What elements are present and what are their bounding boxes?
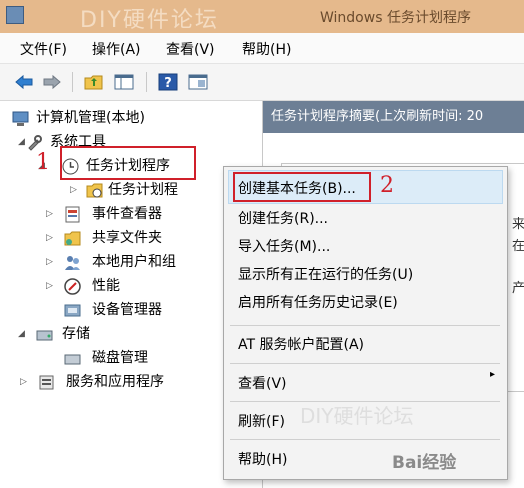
menu-item-show-running-tasks[interactable]: 显示所有正在运行的任务(U) — [238, 264, 413, 284]
annotation-number-2: 2 — [380, 173, 394, 198]
tree-label: 设备管理器 — [92, 302, 162, 318]
expand-right-icon[interactable]: ▷ — [46, 203, 53, 225]
menu-item-at-service-account[interactable]: AT 服务帐户配置(A) — [238, 334, 364, 354]
properties-icon[interactable] — [186, 71, 210, 93]
summary-fragment: 产 — [511, 281, 524, 296]
menu-item-enable-task-history[interactable]: 启用所有任务历史记录(E) — [238, 292, 398, 312]
disk-icon — [64, 354, 81, 365]
menu-separator — [230, 363, 500, 364]
expand-right-icon[interactable]: ▷ — [46, 251, 53, 273]
tree-item-computer-management[interactable]: 计算机管理(本地) — [12, 107, 212, 129]
summary-fragment: 在 — [511, 239, 524, 254]
tree-item-task-scheduler-library[interactable]: ▷ 任务计划程 — [70, 179, 230, 201]
forward-icon[interactable] — [40, 71, 64, 93]
watermark-bottom: DIY硬件论坛 — [300, 404, 414, 428]
menu-view[interactable]: 查看(V) — [166, 39, 215, 59]
expand-down-icon[interactable]: ◢ — [18, 131, 25, 153]
tree-item-shared-folders[interactable]: ▷ 共享文件夹 — [46, 227, 216, 249]
menu-file[interactable]: 文件(F) — [20, 39, 67, 59]
tree-label: 性能 — [92, 278, 120, 294]
menu-item-view[interactable]: 查看(V) — [238, 373, 287, 393]
users-icon — [65, 256, 80, 270]
expand-right-icon[interactable]: ▷ — [46, 227, 53, 249]
folder-clock-icon — [86, 183, 103, 198]
tree-item-performance[interactable]: ▷ 性能 — [46, 275, 216, 297]
tree-item-event-viewer[interactable]: ▷ 事件查看器 — [46, 203, 216, 225]
show-hide-tree-icon[interactable] — [112, 71, 136, 93]
annotation-number-1: 1 — [36, 150, 50, 175]
tree-item-disk-management[interactable]: 磁盘管理 — [64, 347, 234, 369]
tree-label: 计算机管理(本地) — [36, 110, 145, 126]
tree-item-device-manager[interactable]: 设备管理器 — [64, 299, 234, 321]
baidu-watermark: Bai经验 — [392, 453, 457, 473]
summary-header: 任务计划程序摘要(上次刷新时间: 20 — [263, 101, 524, 133]
expand-right-icon[interactable]: ▷ — [20, 371, 27, 393]
tree-label: 共享文件夹 — [92, 230, 162, 246]
tree-label: 本地用户和组 — [92, 254, 176, 270]
back-icon[interactable] — [12, 71, 36, 93]
menu-bar: 文件(F) 操作(A) 查看(V) 帮助(H) — [0, 33, 524, 64]
menu-item-import-task[interactable]: 导入任务(M)... — [238, 236, 330, 256]
device-manager-icon — [64, 304, 81, 317]
menu-item-help[interactable]: 帮助(H) — [238, 449, 287, 469]
tree-item-storage[interactable]: ◢ 存储 — [18, 323, 194, 345]
watermark-top: DIY硬件论坛 — [80, 8, 219, 33]
help-icon[interactable]: ? — [156, 71, 180, 93]
menu-item-create-task[interactable]: 创建任务(R)... — [238, 208, 328, 228]
menu-separator — [230, 325, 500, 326]
shared-folder-icon — [64, 231, 81, 246]
event-viewer-icon — [65, 206, 80, 223]
storage-icon — [36, 330, 53, 341]
context-menu: 创建基本任务(B)... 2 创建任务(R)... 导入任务(M)... 显示所… — [223, 166, 508, 480]
highlight-box-task-scheduler — [60, 146, 196, 180]
title-bar: DIY硬件论坛 Windows 任务计划程序 — [0, 0, 524, 33]
summary-fragment: 来 — [511, 217, 524, 232]
performance-icon — [64, 278, 81, 295]
tree-label: 任务计划程 — [108, 182, 178, 198]
up-folder-icon[interactable] — [82, 71, 106, 93]
menu-item-refresh[interactable]: 刷新(F) — [238, 411, 285, 431]
tools-icon — [28, 135, 42, 151]
menu-separator — [230, 439, 500, 440]
menu-help[interactable]: 帮助(H) — [242, 39, 291, 59]
computer-icon — [12, 111, 29, 126]
submenu-arrow-icon: ▸ — [489, 369, 495, 380]
tree-label: 磁盘管理 — [92, 350, 148, 366]
services-icon — [39, 375, 54, 390]
tree-item-services-apps[interactable]: ▷ 服务和应用程序 — [20, 371, 220, 393]
tree-label: 存储 — [62, 326, 90, 342]
tree-label: 服务和应用程序 — [66, 374, 164, 390]
tree-label: 事件查看器 — [92, 206, 162, 222]
menu-action[interactable]: 操作(A) — [92, 39, 141, 59]
menu-item-create-basic-task[interactable]: 创建基本任务(B)... — [238, 178, 356, 198]
expand-right-icon[interactable]: ▷ — [46, 275, 53, 297]
window-title: Windows 任务计划程序 — [320, 10, 471, 26]
tree-item-local-users[interactable]: ▷ 本地用户和组 — [46, 251, 216, 273]
expand-right-icon[interactable]: ▷ — [70, 179, 77, 201]
toolbar: ? — [0, 64, 524, 101]
svg-text:?: ? — [164, 76, 172, 91]
app-icon — [6, 6, 24, 24]
expand-down-icon[interactable]: ◢ — [18, 323, 25, 345]
